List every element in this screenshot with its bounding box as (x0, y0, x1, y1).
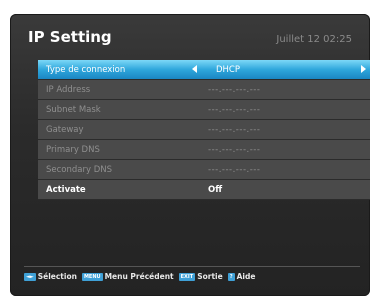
exit-key-icon: EXIT (178, 272, 196, 281)
subnet-mask-row[interactable]: Subnet Mask ---.---.---.--- (38, 100, 370, 120)
left-right-key-icon: ◄► (24, 272, 36, 281)
hint-exit-label: Sortie (197, 272, 223, 281)
date-time: Juillet 12 02:25 (276, 34, 352, 45)
activate-label: Activate (46, 184, 86, 195)
connection-type-value: DHCP (216, 64, 240, 75)
subnet-mask-label: Subnet Mask (46, 104, 101, 115)
settings-list: Type de connexion DHCP IP Address ---.--… (38, 60, 370, 200)
secondary-dns-value: ---.---.---.--- (208, 164, 261, 175)
ip-address-row[interactable]: IP Address ---.---.---.--- (38, 80, 370, 100)
connection-type-label: Type de connexion (46, 64, 126, 75)
connection-type-row[interactable]: Type de connexion DHCP (38, 60, 370, 80)
hint-exit: EXIT Sortie (178, 272, 223, 281)
activate-row[interactable]: Activate Off (38, 180, 370, 200)
primary-dns-value: ---.---.---.--- (208, 144, 261, 155)
hint-menu: MENU Menu Précédent (81, 272, 174, 281)
hint-help: ? Aide (227, 272, 256, 281)
help-key-icon: ? (227, 272, 235, 281)
arrow-right-icon[interactable] (361, 65, 366, 73)
hint-selection: ◄► Sélection (24, 272, 77, 281)
hint-help-label: Aide (236, 272, 256, 281)
gateway-row[interactable]: Gateway ---.---.---.--- (38, 120, 370, 140)
footer-help-bar: ◄► Sélection MENU Menu Précédent EXIT So… (24, 272, 260, 281)
subnet-mask-value: ---.---.---.--- (208, 104, 261, 115)
ip-address-label: IP Address (46, 84, 91, 95)
ip-setting-screen: IP Setting Juillet 12 02:25 Type de conn… (10, 14, 370, 296)
arrow-left-icon[interactable] (192, 65, 197, 73)
footer-divider (24, 266, 360, 267)
gateway-value: ---.---.---.--- (208, 124, 261, 135)
primary-dns-label: Primary DNS (46, 144, 100, 155)
hint-selection-label: Sélection (37, 272, 77, 281)
secondary-dns-row[interactable]: Secondary DNS ---.---.---.--- (38, 160, 370, 180)
secondary-dns-label: Secondary DNS (46, 164, 113, 175)
activate-value: Off (208, 184, 223, 195)
primary-dns-row[interactable]: Primary DNS ---.---.---.--- (38, 140, 370, 160)
hint-menu-label: Menu Précédent (104, 272, 174, 281)
ip-address-value: ---.---.---.--- (208, 84, 261, 95)
gateway-label: Gateway (46, 124, 84, 135)
menu-key-icon: MENU (81, 272, 103, 281)
page-title: IP Setting (28, 28, 112, 46)
